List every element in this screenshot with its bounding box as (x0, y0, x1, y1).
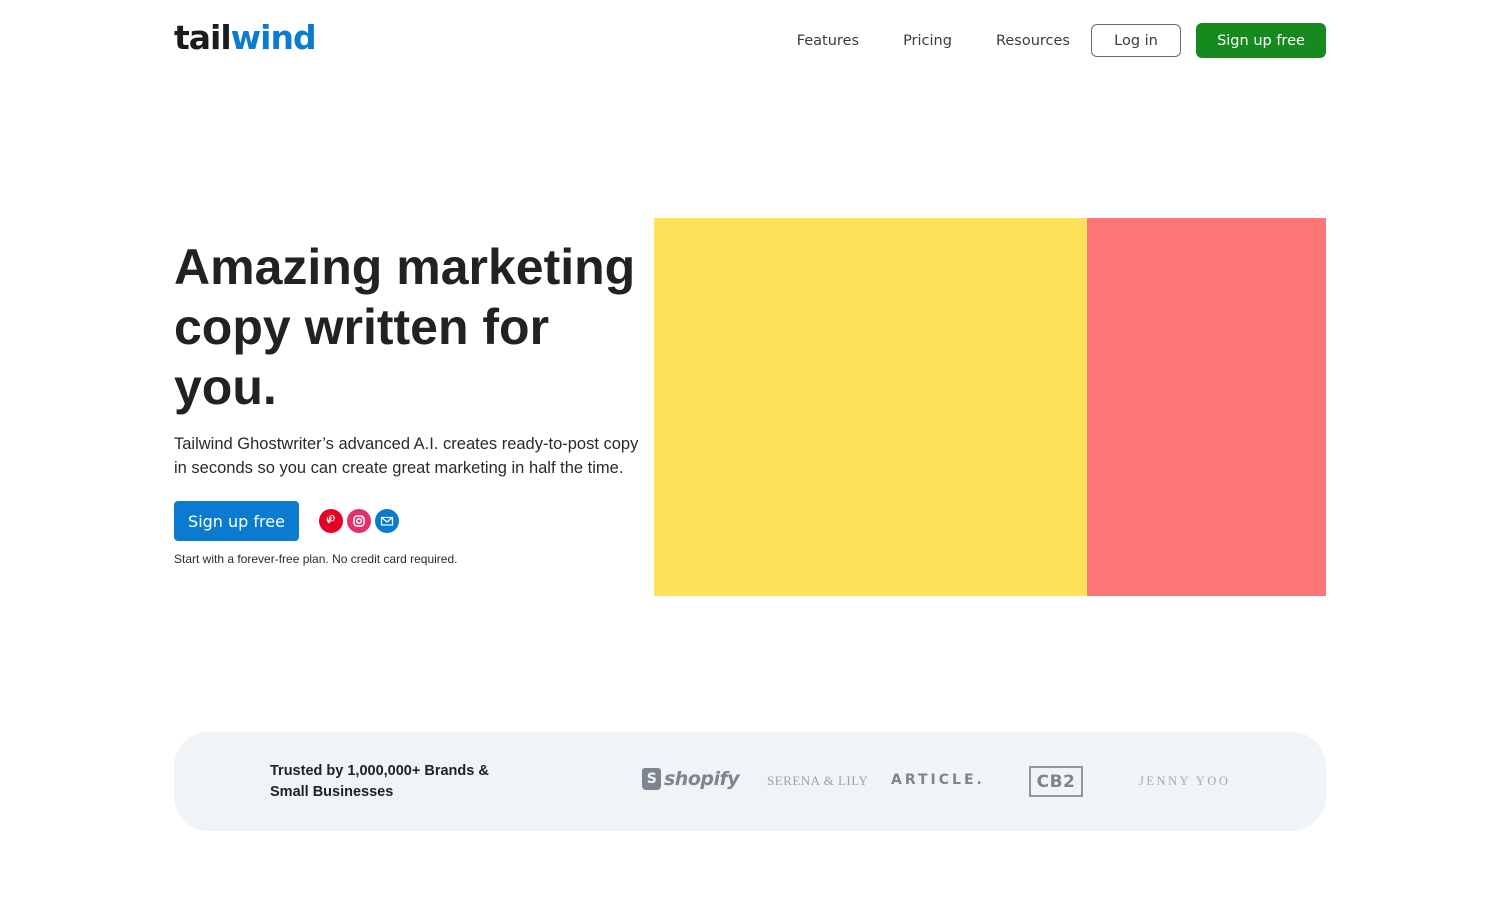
article-logo: ARTICLE. (891, 772, 985, 788)
cb2-logo: CB2 (1029, 766, 1083, 797)
instagram-icon[interactable] (347, 509, 371, 533)
pinterest-icon[interactable] (319, 509, 343, 533)
hero-visual-red-panel (1087, 218, 1326, 596)
site-header: tailwind Features Pricing Resources Log … (174, 0, 1326, 80)
shopify-bag-icon: S (642, 768, 661, 790)
login-button[interactable]: Log in (1091, 24, 1181, 57)
hero-subtitle: Tailwind Ghostwriter’s advanced A.I. cre… (174, 435, 639, 477)
nav-link-features[interactable]: Features (797, 33, 859, 49)
hero-note: Start with a forever-free plan. No credi… (174, 552, 458, 566)
hero-visual-yellow-panel (654, 218, 1087, 596)
trust-text: Trusted by 1,000,000+ Brands & Small Bus… (270, 763, 489, 800)
nav-link-pricing[interactable]: Pricing (903, 33, 952, 49)
trust-band: Trusted by 1,000,000+ Brands & Small Bus… (174, 732, 1326, 831)
jenny-yoo-logo: JENNY YOO (1139, 774, 1231, 788)
nav-link-resources[interactable]: Resources (996, 33, 1070, 49)
mail-icon[interactable] (375, 509, 399, 533)
social-icons (319, 509, 403, 533)
logo-text-wind: wind (230, 18, 317, 57)
serena-lily-logo: SERENA & LILY (767, 773, 869, 788)
hero-signup-button[interactable]: Sign up free (174, 501, 299, 541)
logo-text-tail: tail (174, 18, 232, 57)
nav-signup-button[interactable]: Sign up free (1196, 23, 1326, 58)
tailwind-logo[interactable]: tailwind (174, 18, 317, 58)
hero-cta-row: Sign up free (174, 501, 403, 541)
shopify-logo: Sshopify (642, 768, 740, 790)
main-nav: Features Pricing Resources Log in Sign u… (797, 23, 1326, 58)
hero-title: Amazing marketing copy written for you. (174, 239, 636, 415)
hero-visual (654, 218, 1326, 596)
